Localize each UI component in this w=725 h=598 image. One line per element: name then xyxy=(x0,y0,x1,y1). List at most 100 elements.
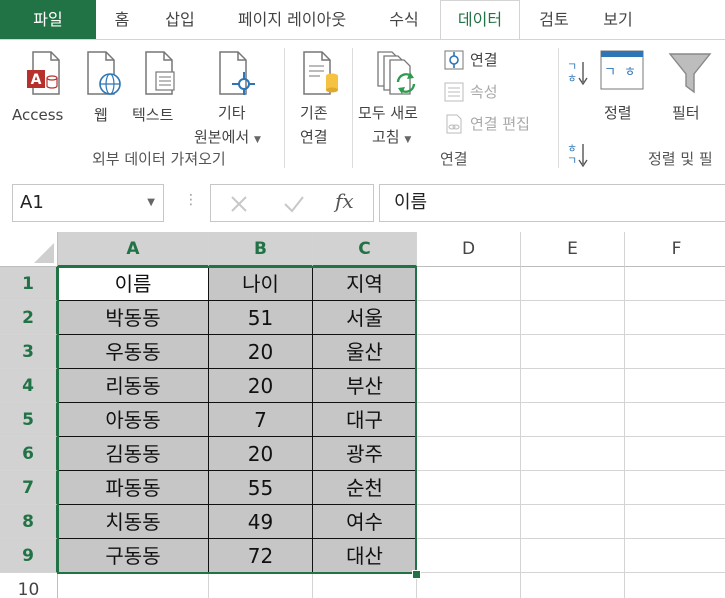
cell-e6[interactable] xyxy=(521,437,625,471)
row-header-1[interactable]: 1 xyxy=(0,267,58,301)
tab-review[interactable]: 검토 xyxy=(526,0,582,40)
cell-f2[interactable] xyxy=(625,301,725,335)
cell-c9[interactable]: 대산 xyxy=(313,539,417,573)
cell-e9[interactable] xyxy=(521,539,625,573)
cell-b9[interactable]: 72 xyxy=(209,539,313,573)
cell-e2[interactable] xyxy=(521,301,625,335)
cell-b4[interactable]: 20 xyxy=(209,369,313,403)
cell-c1[interactable]: 지역 xyxy=(313,267,417,301)
name-box[interactable]: A1 ▼ xyxy=(12,184,164,222)
cell-f4[interactable] xyxy=(625,369,725,403)
existing-connections-button[interactable]: 기존 연결 xyxy=(288,46,348,146)
tab-data[interactable]: 데이터 xyxy=(440,0,520,40)
select-all-corner[interactable] xyxy=(0,232,58,267)
cell-a2[interactable]: 박동동 xyxy=(58,301,209,335)
sort-button[interactable]: ㄱ ㅎ 정렬 xyxy=(596,46,650,130)
cell-a3[interactable]: 우동동 xyxy=(58,335,209,369)
cell-d8[interactable] xyxy=(417,505,521,539)
column-header-d[interactable]: D xyxy=(417,232,521,267)
cell-f8[interactable] xyxy=(625,505,725,539)
access-button[interactable]: A Access xyxy=(8,46,74,130)
other-sources-button[interactable]: 기타 원본에서 ▼ xyxy=(190,46,280,146)
cell-b3[interactable]: 20 xyxy=(209,335,313,369)
cell-d6[interactable] xyxy=(417,437,521,471)
cell-c10[interactable] xyxy=(313,573,417,598)
tab-page-layout[interactable]: 페이지 레이아웃 xyxy=(222,0,362,40)
cell-a5[interactable]: 아동동 xyxy=(58,403,209,437)
cell-b10[interactable] xyxy=(209,573,313,598)
cell-e7[interactable] xyxy=(521,471,625,505)
cell-a1[interactable]: 이름 xyxy=(58,267,209,301)
cell-d3[interactable] xyxy=(417,335,521,369)
row-header-8[interactable]: 8 xyxy=(0,505,58,539)
properties-button[interactable]: 속성 xyxy=(444,80,548,104)
cell-d1[interactable] xyxy=(417,267,521,301)
cell-e1[interactable] xyxy=(521,267,625,301)
cell-f7[interactable] xyxy=(625,471,725,505)
cell-e5[interactable] xyxy=(521,403,625,437)
row-header-4[interactable]: 4 xyxy=(0,369,58,403)
formula-input[interactable]: 이름 xyxy=(379,184,725,222)
tab-insert[interactable]: 삽입 xyxy=(152,0,208,40)
cell-b8[interactable]: 49 xyxy=(209,505,313,539)
cell-a4[interactable]: 리동동 xyxy=(58,369,209,403)
column-header-a[interactable]: A xyxy=(58,232,209,267)
column-header-e[interactable]: E xyxy=(521,232,625,267)
enter-check-icon[interactable] xyxy=(283,194,305,214)
cell-a8[interactable]: 치동동 xyxy=(58,505,209,539)
tab-formulas[interactable]: 수식 xyxy=(376,0,432,40)
column-header-f[interactable]: F xyxy=(625,232,725,267)
row-header-2[interactable]: 2 xyxy=(0,301,58,335)
refresh-all-button[interactable]: 모두 새로 고침 ▼ xyxy=(354,46,440,146)
tab-home[interactable]: 홈 xyxy=(104,0,140,40)
cell-f3[interactable] xyxy=(625,335,725,369)
text-button[interactable]: 텍스트 xyxy=(132,46,188,130)
cell-a9[interactable]: 구동동 xyxy=(58,539,209,573)
cell-f5[interactable] xyxy=(625,403,725,437)
cell-a10[interactable] xyxy=(58,573,209,598)
row-header-5[interactable]: 5 xyxy=(0,403,58,437)
cell-d2[interactable] xyxy=(417,301,521,335)
cell-b7[interactable]: 55 xyxy=(209,471,313,505)
cell-d4[interactable] xyxy=(417,369,521,403)
edit-links-button[interactable]: 연결 편집 xyxy=(444,112,554,136)
cell-a6[interactable]: 김동동 xyxy=(58,437,209,471)
cell-c8[interactable]: 여수 xyxy=(313,505,417,539)
tab-file[interactable]: 파일 xyxy=(0,0,96,40)
cell-c7[interactable]: 순천 xyxy=(313,471,417,505)
sort-ascending-icon[interactable]: ㄱ ㅎ xyxy=(566,58,588,86)
cell-f6[interactable] xyxy=(625,437,725,471)
fill-handle[interactable] xyxy=(412,570,421,579)
cell-c6[interactable]: 광주 xyxy=(313,437,417,471)
row-header-10[interactable]: 10 xyxy=(0,573,58,598)
cell-e10[interactable] xyxy=(521,573,625,598)
insert-function-button[interactable]: fx xyxy=(335,189,354,213)
filter-button[interactable]: 필터 xyxy=(664,46,720,130)
row-header-7[interactable]: 7 xyxy=(0,471,58,505)
cell-f1[interactable] xyxy=(625,267,725,301)
cell-b5[interactable]: 7 xyxy=(209,403,313,437)
cell-c4[interactable]: 부산 xyxy=(313,369,417,403)
row-header-9[interactable]: 9 xyxy=(0,539,58,573)
column-header-c[interactable]: C xyxy=(313,232,417,267)
cell-c5[interactable]: 대구 xyxy=(313,403,417,437)
formula-bar-resize-icon[interactable]: ⋮ xyxy=(184,192,198,208)
cell-e4[interactable] xyxy=(521,369,625,403)
cell-d9[interactable] xyxy=(417,539,521,573)
web-button[interactable]: 웹 xyxy=(80,46,128,130)
connections-button[interactable]: 연결 xyxy=(444,48,548,72)
cell-c2[interactable]: 서울 xyxy=(313,301,417,335)
row-header-3[interactable]: 3 xyxy=(0,335,58,369)
column-header-b[interactable]: B xyxy=(209,232,313,267)
cell-b2[interactable]: 51 xyxy=(209,301,313,335)
cancel-icon[interactable] xyxy=(229,194,249,214)
tab-view[interactable]: 보기 xyxy=(590,0,646,40)
cell-f9[interactable] xyxy=(625,539,725,573)
cell-b6[interactable]: 20 xyxy=(209,437,313,471)
row-header-6[interactable]: 6 xyxy=(0,437,58,471)
cell-d7[interactable] xyxy=(417,471,521,505)
cell-b1[interactable]: 나이 xyxy=(209,267,313,301)
sort-descending-icon[interactable]: ㅎ ㄱ xyxy=(566,140,588,168)
cell-d10[interactable] xyxy=(417,573,521,598)
cell-d5[interactable] xyxy=(417,403,521,437)
